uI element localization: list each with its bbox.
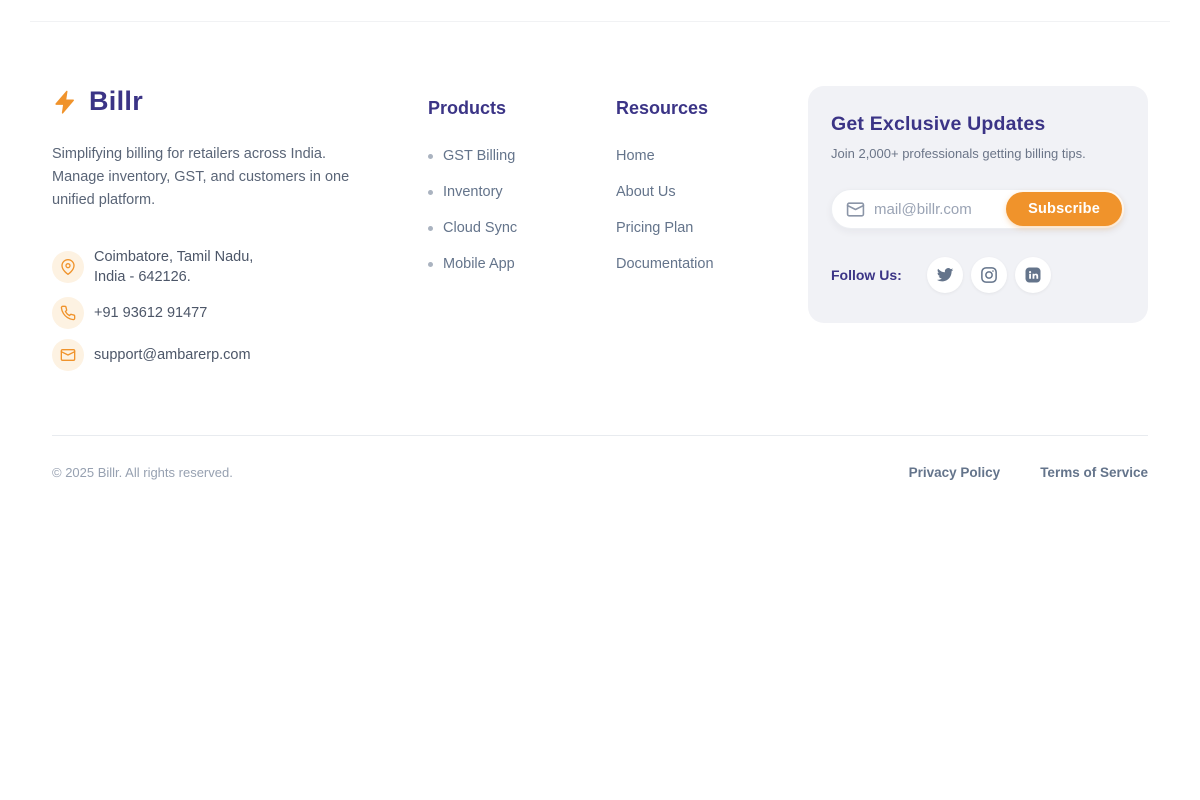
resources-column: Resources Home About Us Pricing Plan Doc… [616,86,766,292]
link-about-us[interactable]: About Us [616,184,766,200]
link-cloud-sync[interactable]: Cloud Sync [428,220,552,236]
resources-heading: Resources [616,98,766,119]
social-row: Follow Us: [831,257,1125,293]
link-pricing-plan[interactable]: Pricing Plan [616,220,766,236]
link-documentation[interactable]: Documentation [616,256,766,272]
follow-us-label: Follow Us: [831,267,902,283]
products-column: Products GST Billing Inventory Cloud Syn… [428,86,552,292]
contact-email-text: support@ambarerp.com [94,345,251,365]
contact-phone[interactable]: +91 93612 91477 [52,297,364,329]
subscribe-button[interactable]: Subscribe [1006,192,1122,226]
lightning-bolt-icon [52,87,78,117]
top-divider [30,21,1170,22]
contact-email[interactable]: support@ambarerp.com [52,339,364,371]
contact-location-text: Coimbatore, Tamil Nadu, India - 642126. [94,247,253,287]
brand-column: Billr Simplifying billing for retailers … [52,86,364,381]
bullet-icon [428,226,433,231]
subscribe-form: Subscribe [831,189,1125,229]
brand-description: Simplifying billing for retailers across… [52,143,364,212]
terms-of-service-link[interactable]: Terms of Service [1040,465,1148,480]
newsletter-card: Get Exclusive Updates Join 2,000+ profes… [808,86,1148,323]
copyright-text: © 2025 Billr. All rights reserved. [52,465,233,480]
phone-icon [52,297,84,329]
legal-links: Privacy Policy Terms of Service [909,465,1148,480]
link-mobile-app[interactable]: Mobile App [428,256,552,272]
contact-location: Coimbatore, Tamil Nadu, India - 642126. [52,247,364,287]
instagram-icon[interactable] [971,257,1007,293]
mail-icon [52,339,84,371]
brand-name: Billr [89,86,143,117]
newsletter-heading: Get Exclusive Updates [831,113,1125,136]
bullet-icon [428,190,433,195]
site-footer: Billr Simplifying billing for retailers … [0,86,1200,480]
contact-list: Coimbatore, Tamil Nadu, India - 642126. … [52,247,364,371]
link-gst-billing[interactable]: GST Billing [428,148,552,164]
bullet-icon [428,154,433,159]
link-inventory[interactable]: Inventory [428,184,552,200]
newsletter-subtitle: Join 2,000+ professionals getting billin… [831,146,1125,161]
contact-phone-text: +91 93612 91477 [94,303,207,323]
mail-icon [846,200,865,219]
bullet-icon [428,262,433,267]
brand-logo: Billr [52,86,364,117]
location-pin-icon [52,251,84,283]
bottom-bar: © 2025 Billr. All rights reserved. Priva… [52,436,1148,480]
linkedin-icon[interactable] [1015,257,1051,293]
privacy-policy-link[interactable]: Privacy Policy [909,465,1001,480]
twitter-icon[interactable] [927,257,963,293]
products-heading: Products [428,98,552,119]
link-home[interactable]: Home [616,148,766,164]
